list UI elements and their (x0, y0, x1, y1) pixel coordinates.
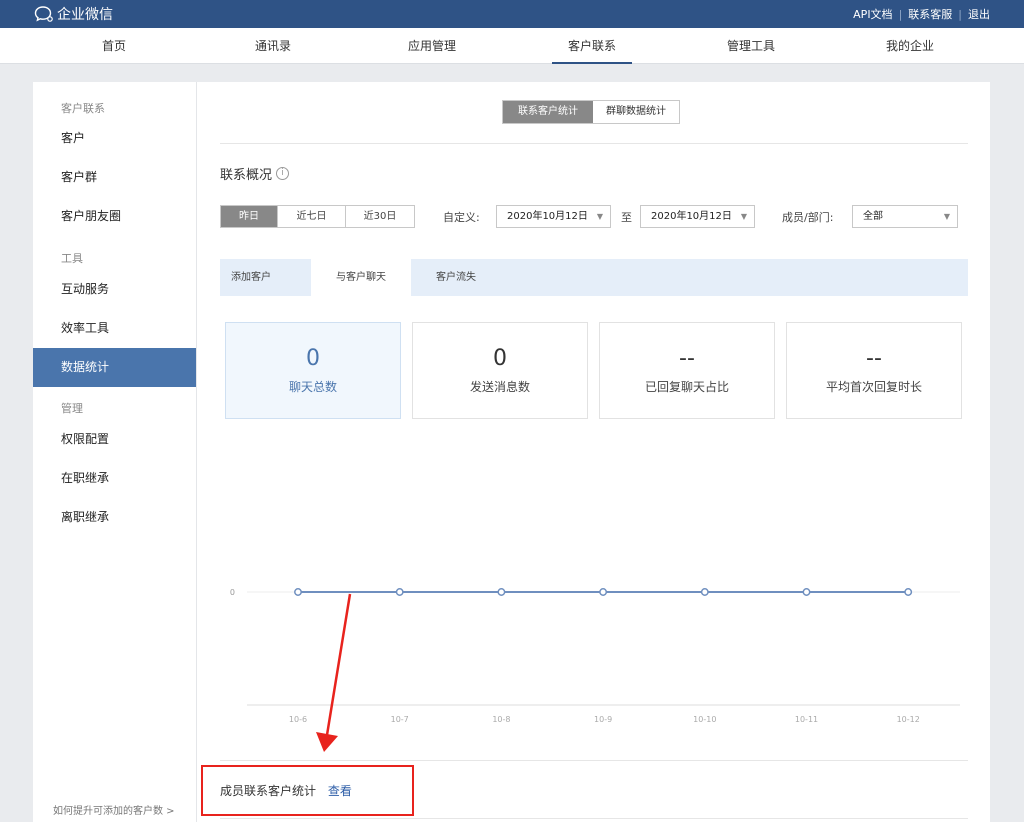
logo-text: 企业微信 (57, 7, 113, 23)
divider (220, 143, 968, 144)
sidebar-item-interactive-services[interactable]: 互动服务 (33, 270, 196, 309)
stat-label: 平均首次回复时长 (825, 380, 922, 394)
x-tick-label: 10-12 (897, 715, 920, 724)
x-tick-label: 10-11 (795, 715, 818, 724)
range-7days-button[interactable]: 近七日 (277, 206, 345, 227)
tab-add-customer[interactable]: 添加客户 (220, 259, 282, 296)
sidebar-group-tools: 工具 (61, 252, 83, 265)
range-yesterday-button[interactable]: 昨日 (221, 206, 277, 227)
date-from-value: 2020年10月12日 (507, 211, 588, 222)
sidebar-help-link[interactable]: 如何提升可添加的客户数 > (53, 802, 175, 817)
x-tick-label: 10-9 (594, 715, 612, 724)
nav-contacts[interactable]: 通讯录 (233, 28, 313, 64)
divider (220, 760, 968, 761)
content-area: 联系客户统计 群聊数据统计 联系概况 i 昨日 近七日 近30日 自定义: 20… (198, 82, 990, 822)
overview-title-text: 联系概况 (220, 168, 273, 183)
data-point (395, 588, 404, 596)
divider (220, 818, 968, 819)
data-point (802, 588, 811, 596)
main-panel: 客户联系 客户 客户群 客户朋友圈 工具 互动服务 效率工具 数据统计 管理 权… (33, 82, 990, 822)
nav-management-tools[interactable]: 管理工具 (711, 28, 791, 64)
to-label: 至 (621, 211, 632, 224)
stat-label: 已回复聊天占比 (644, 380, 729, 394)
tab-chat-with-customer[interactable]: 与客户聊天 (311, 259, 411, 296)
sidebar-item-resigned-succession[interactable]: 离职继承 (33, 498, 196, 537)
logout-link[interactable]: 退出 (968, 6, 990, 22)
info-icon[interactable]: i (276, 167, 290, 180)
api-docs-link[interactable]: API文档 (853, 6, 892, 22)
stat-label: 聊天总数 (288, 380, 337, 394)
data-point (497, 588, 506, 596)
stat-card-total-chats[interactable]: 0 聊天总数 (225, 322, 401, 419)
sidebar-item-data-statistics[interactable]: 数据统计 (33, 348, 196, 387)
sidebar-item-permissions[interactable]: 权限配置 (33, 420, 196, 459)
stat-value: 0 (306, 346, 320, 371)
caret-down-icon: ▼ (596, 212, 603, 221)
top-links: API文档 | 联系客服 | 退出 (853, 0, 990, 28)
x-tick-label: 10-7 (391, 715, 409, 724)
sidebar-item-customers[interactable]: 客户 (33, 119, 196, 158)
date-from-select[interactable]: 2020年10月12日 ▼ (496, 205, 611, 228)
x-tick-label: 10-6 (289, 715, 307, 724)
wework-logo-icon (34, 6, 53, 22)
stat-value: -- (866, 346, 882, 371)
sidebar-group-management: 管理 (61, 402, 83, 415)
tab-group-chat-stats[interactable]: 群聊数据统计 (593, 101, 679, 123)
sidebar-item-efficiency-tools[interactable]: 效率工具 (33, 309, 196, 348)
data-point (294, 588, 302, 596)
segment-tabs: 联系客户统计 群聊数据统计 (502, 100, 680, 124)
member-value: 全部 (863, 211, 883, 222)
x-tick-label: 10-8 (492, 715, 510, 724)
contact-support-link[interactable]: 联系客服 (908, 6, 952, 22)
caret-down-icon: ▼ (740, 212, 747, 221)
tab-contact-customer-stats[interactable]: 联系客户统计 (503, 101, 593, 123)
nav-home[interactable]: 首页 (74, 28, 154, 64)
custom-label: 自定义: (443, 211, 480, 224)
date-range-buttons: 昨日 近七日 近30日 (220, 205, 415, 228)
range-30days-button[interactable]: 近30日 (345, 206, 414, 227)
caret-down-icon: ▼ (943, 212, 950, 221)
divider: | (958, 7, 962, 21)
sidebar-item-active-succession[interactable]: 在职继承 (33, 459, 196, 498)
sidebar-item-customer-groups[interactable]: 客户群 (33, 158, 196, 197)
line-chart: 0 10-6 10-7 10-8 10-9 10-10 10-11 10-12 (230, 588, 960, 724)
sub-tabs: 添加客户 与客户聊天 客户流失 (220, 259, 968, 296)
data-point (904, 588, 913, 596)
sidebar: 客户联系 客户 客户群 客户朋友圈 工具 互动服务 效率工具 数据统计 管理 权… (33, 82, 197, 822)
highlight-box (201, 765, 414, 816)
member-label: 成员/部门: (782, 211, 834, 224)
logo[interactable]: 企业微信 (34, 4, 113, 24)
stat-card-messages-sent[interactable]: 0 发送消息数 (412, 322, 588, 419)
data-point (599, 588, 608, 596)
stat-value: -- (679, 346, 695, 371)
stat-card-reply-rate[interactable]: -- 已回复聊天占比 (599, 322, 775, 419)
overview-title: 联系概况 i (220, 164, 290, 183)
sidebar-item-customer-moments[interactable]: 客户朋友圈 (33, 197, 196, 236)
tab-customer-churn[interactable]: 客户流失 (424, 259, 488, 296)
top-bar: 企业微信 API文档 | 联系客服 | 退出 (0, 0, 1024, 28)
date-to-value: 2020年10月12日 (651, 211, 732, 222)
date-to-select[interactable]: 2020年10月12日 ▼ (640, 205, 755, 228)
data-point (700, 588, 709, 596)
sidebar-group-customer-contact: 客户联系 (61, 102, 105, 115)
main-nav: 首页 通讯录 应用管理 客户联系 管理工具 我的企业 (0, 28, 1024, 64)
y-tick-label: 0 (230, 588, 235, 597)
stat-value: 0 (493, 346, 507, 371)
nav-my-enterprise[interactable]: 我的企业 (870, 28, 950, 64)
x-tick-label: 10-10 (693, 715, 716, 724)
nav-customer-contact[interactable]: 客户联系 (552, 28, 632, 64)
stat-label: 发送消息数 (469, 380, 530, 394)
stat-card-first-reply-time[interactable]: -- 平均首次回复时长 (786, 322, 962, 419)
member-select[interactable]: 全部 ▼ (852, 205, 958, 228)
nav-app-management[interactable]: 应用管理 (392, 28, 472, 64)
divider: | (898, 7, 903, 21)
